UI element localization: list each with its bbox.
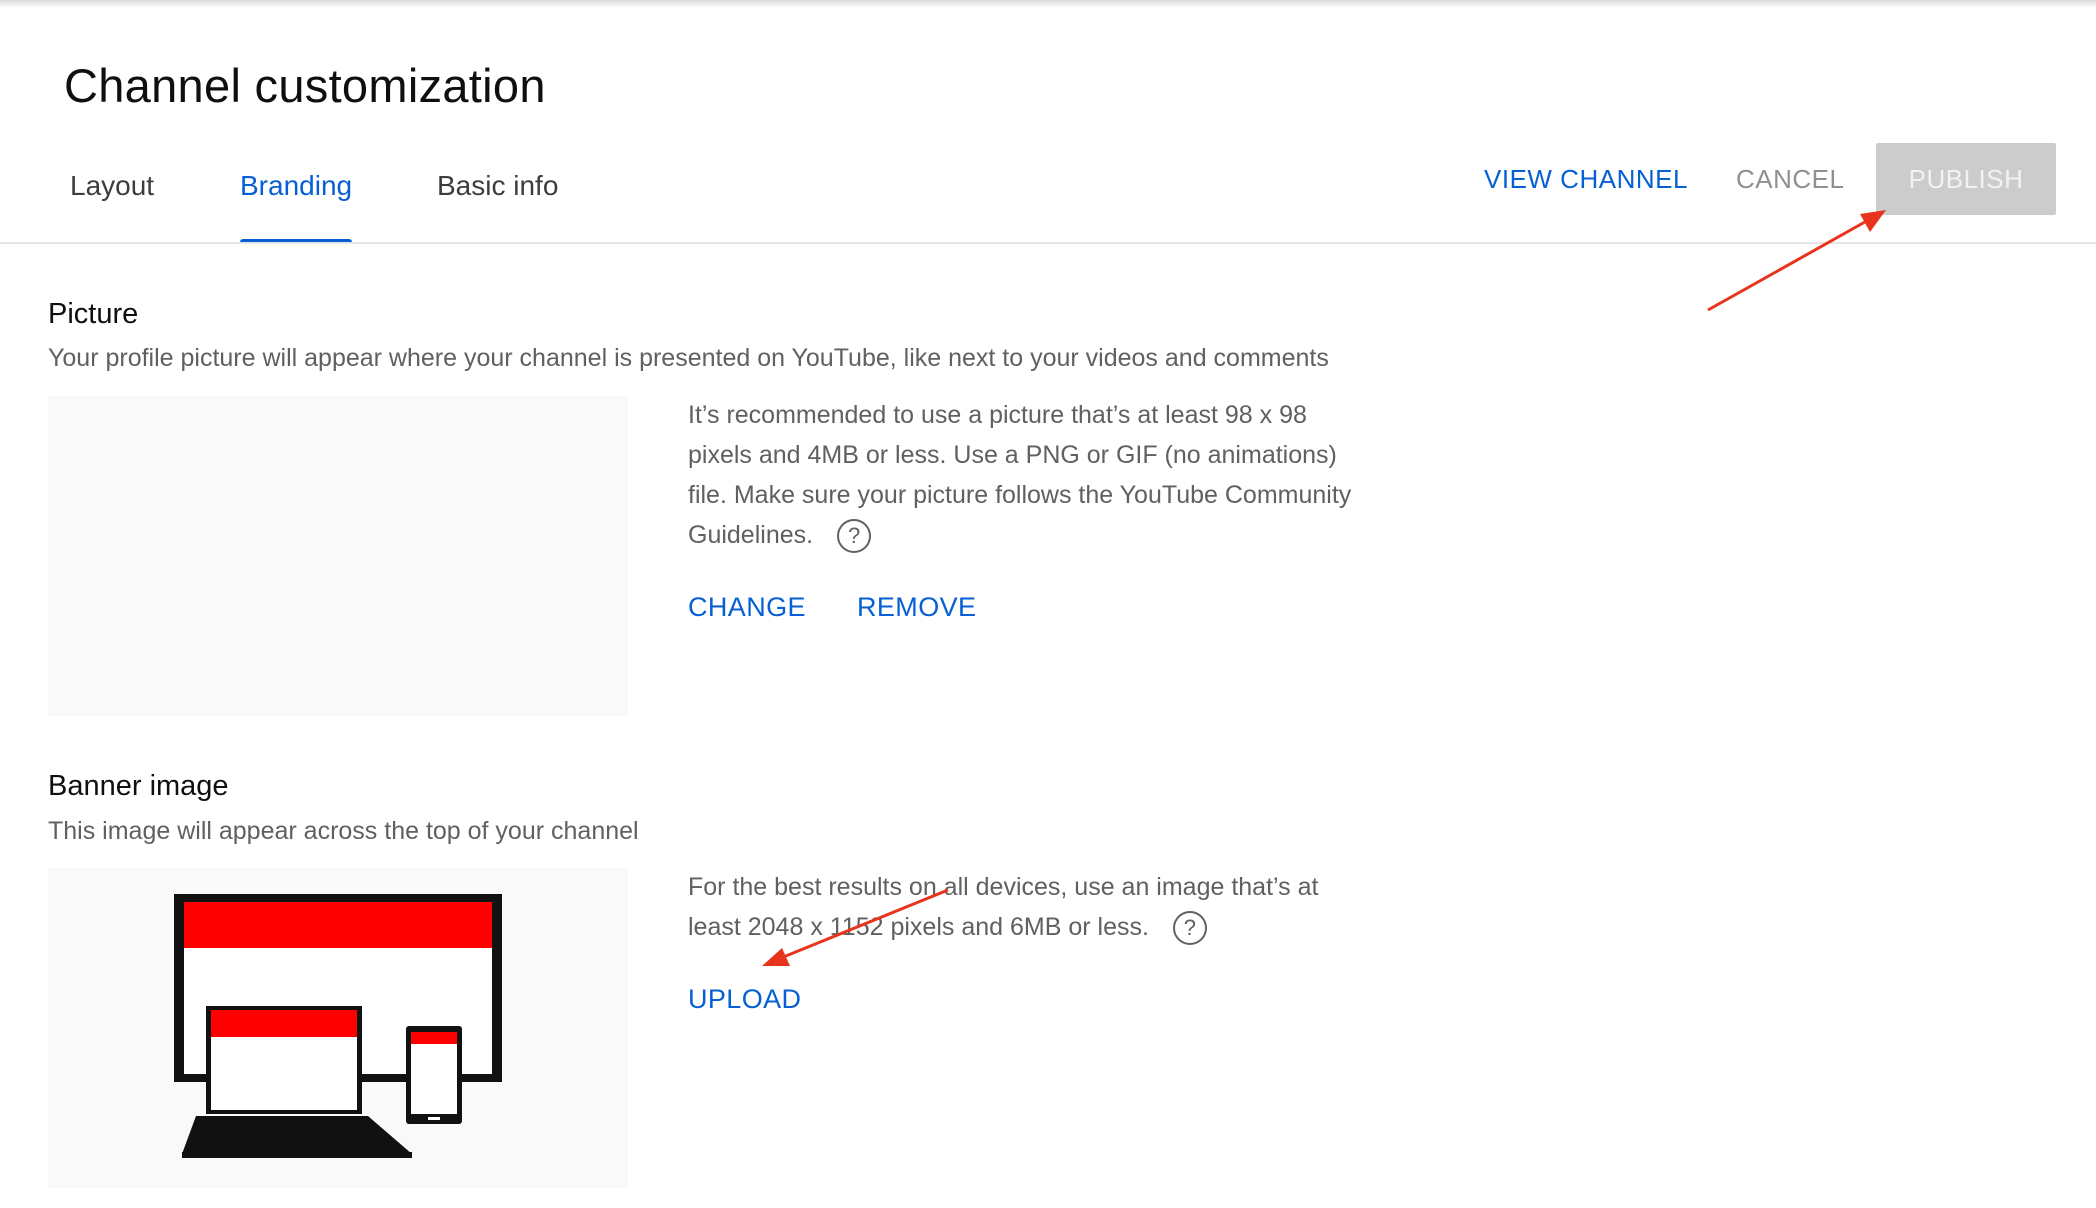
- tab-basic-info[interactable]: Basic info: [437, 170, 558, 244]
- publish-button[interactable]: PUBLISH: [1876, 143, 2056, 215]
- help-icon[interactable]: ?: [1172, 911, 1207, 946]
- header-divider: [0, 242, 2096, 244]
- banner-section-description: This image will appear across the top of…: [48, 817, 639, 845]
- picture-section-title: Picture: [48, 298, 139, 330]
- picture-info: It’s recommended to use a picture that’s…: [688, 395, 1368, 555]
- help-icon[interactable]: ?: [837, 519, 872, 554]
- picture-section-description: Your profile picture will appear where y…: [48, 344, 1329, 372]
- annotation-arrow-icon: [1707, 210, 1886, 312]
- cancel-button[interactable]: CANCEL: [1736, 143, 1844, 215]
- tab-layout[interactable]: Layout: [70, 170, 154, 244]
- view-channel-button[interactable]: VIEW CHANNEL: [1484, 143, 1688, 215]
- page-title: Channel customization: [64, 59, 546, 112]
- upload-banner-button[interactable]: UPLOAD: [688, 984, 801, 1015]
- remove-picture-button[interactable]: REMOVE: [857, 592, 976, 623]
- change-picture-button[interactable]: CHANGE: [688, 592, 806, 623]
- banner-preview: [48, 868, 628, 1188]
- profile-picture-preview: [48, 396, 628, 716]
- banner-info-text: For the best results on all devices, use…: [688, 873, 1319, 941]
- top-shadow: [0, 0, 2096, 8]
- tab-branding[interactable]: Branding: [240, 170, 353, 244]
- picture-info-text: It’s recommended to use a picture that’s…: [688, 401, 1352, 549]
- banner-section-title: Banner image: [48, 770, 229, 802]
- devices-illustration-icon: [174, 894, 502, 1158]
- banner-info: For the best results on all devices, use…: [688, 867, 1368, 947]
- channel-customization-page: Channel customization Layout Branding Ba…: [0, 0, 2096, 1208]
